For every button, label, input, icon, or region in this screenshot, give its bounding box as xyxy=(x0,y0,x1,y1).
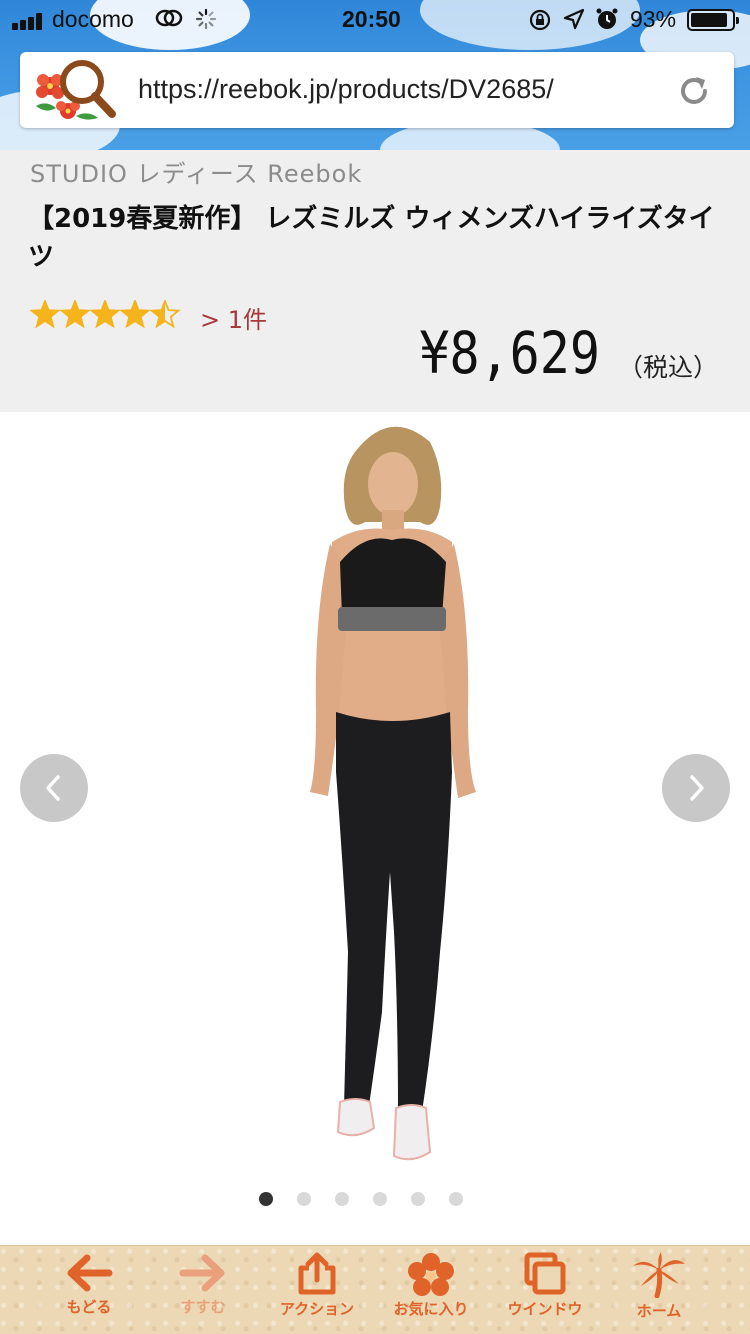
action-label: アクション xyxy=(279,1300,355,1318)
product-header: STUDIO レディース Reebok 【2019春夏新作】 レズミルズ ウィメ… xyxy=(0,150,750,412)
carousel-next-button[interactable] xyxy=(662,754,730,822)
back-button[interactable]: もどる xyxy=(34,1252,144,1332)
chevron-right-icon xyxy=(690,775,704,801)
home-label: ホーム xyxy=(636,1302,682,1320)
palm-tree-icon xyxy=(633,1252,685,1298)
windows-icon xyxy=(524,1252,566,1295)
battery-percentage: 93% xyxy=(630,6,677,32)
share-icon xyxy=(298,1252,336,1295)
carousel-dot[interactable] xyxy=(373,1192,387,1206)
window-label: ウインドウ xyxy=(507,1300,583,1318)
review-count-link[interactable]: > 1件 xyxy=(200,300,267,335)
forward-label: すすむ xyxy=(180,1298,226,1316)
status-bar: docomo 20:50 93% xyxy=(0,0,750,42)
hibiscus-icon xyxy=(408,1253,454,1296)
battery-icon xyxy=(687,9,739,31)
product-title: 【2019春夏新作】 レズミルズ ウィメンズハイライズタイツ xyxy=(28,204,715,272)
price: ¥8,629 xyxy=(419,320,600,387)
vpn-link-icon xyxy=(155,5,183,37)
address-bar[interactable]: https://reebok.jp/products/DV2685/ xyxy=(20,52,734,128)
bottom-toolbar: もどる すすむ アクション お気に入り ウインドウ ホーム xyxy=(0,1245,750,1334)
rotation-lock-icon xyxy=(528,8,552,38)
action-button[interactable]: アクション xyxy=(262,1252,372,1332)
carousel-prev-button[interactable] xyxy=(20,754,88,822)
arrow-right-icon xyxy=(179,1254,225,1292)
star-fill-icon xyxy=(121,301,149,327)
alarm-icon xyxy=(595,7,619,37)
carousel-dot[interactable] xyxy=(335,1192,349,1206)
carousel-dot[interactable] xyxy=(297,1192,311,1206)
carousel-dot[interactable] xyxy=(259,1192,273,1206)
favorites-label: お気に入り xyxy=(393,1300,469,1318)
signal-strength-icon xyxy=(12,12,46,30)
chevron-left-icon xyxy=(46,775,60,801)
star-fill-icon xyxy=(61,301,89,327)
window-button[interactable]: ウインドウ xyxy=(490,1252,600,1332)
carrier-name: docomo xyxy=(52,6,134,32)
star-fill-icon xyxy=(31,301,59,327)
forward-button[interactable]: すすむ xyxy=(148,1252,258,1332)
app-logo-search-icon[interactable] xyxy=(28,56,120,126)
brand-line: STUDIO レディース Reebok xyxy=(30,160,363,188)
url-text[interactable]: https://reebok.jp/products/DV2685/ xyxy=(138,74,554,105)
favorites-button[interactable]: お気に入り xyxy=(376,1252,486,1332)
carousel-dot[interactable] xyxy=(449,1192,463,1206)
loading-spinner-icon xyxy=(195,8,217,36)
star-fill-icon xyxy=(91,301,119,327)
browser-chrome: docomo 20:50 93% https://reebok.jp/produ… xyxy=(0,0,750,150)
back-label: もどる xyxy=(66,1298,112,1316)
product-image xyxy=(310,426,476,1161)
product-image-carousel[interactable] xyxy=(0,412,750,1245)
location-arrow-icon xyxy=(563,8,585,36)
arrow-left-icon xyxy=(67,1254,113,1292)
clock: 20:50 xyxy=(342,6,401,32)
carousel-pagination xyxy=(0,1192,750,1212)
home-button[interactable]: ホーム xyxy=(604,1252,714,1332)
reload-icon[interactable] xyxy=(675,72,713,110)
star-rating-icon xyxy=(30,300,181,329)
tax-note: （税込） xyxy=(618,353,719,382)
carousel-dot[interactable] xyxy=(411,1192,425,1206)
rating-stars xyxy=(30,300,182,332)
